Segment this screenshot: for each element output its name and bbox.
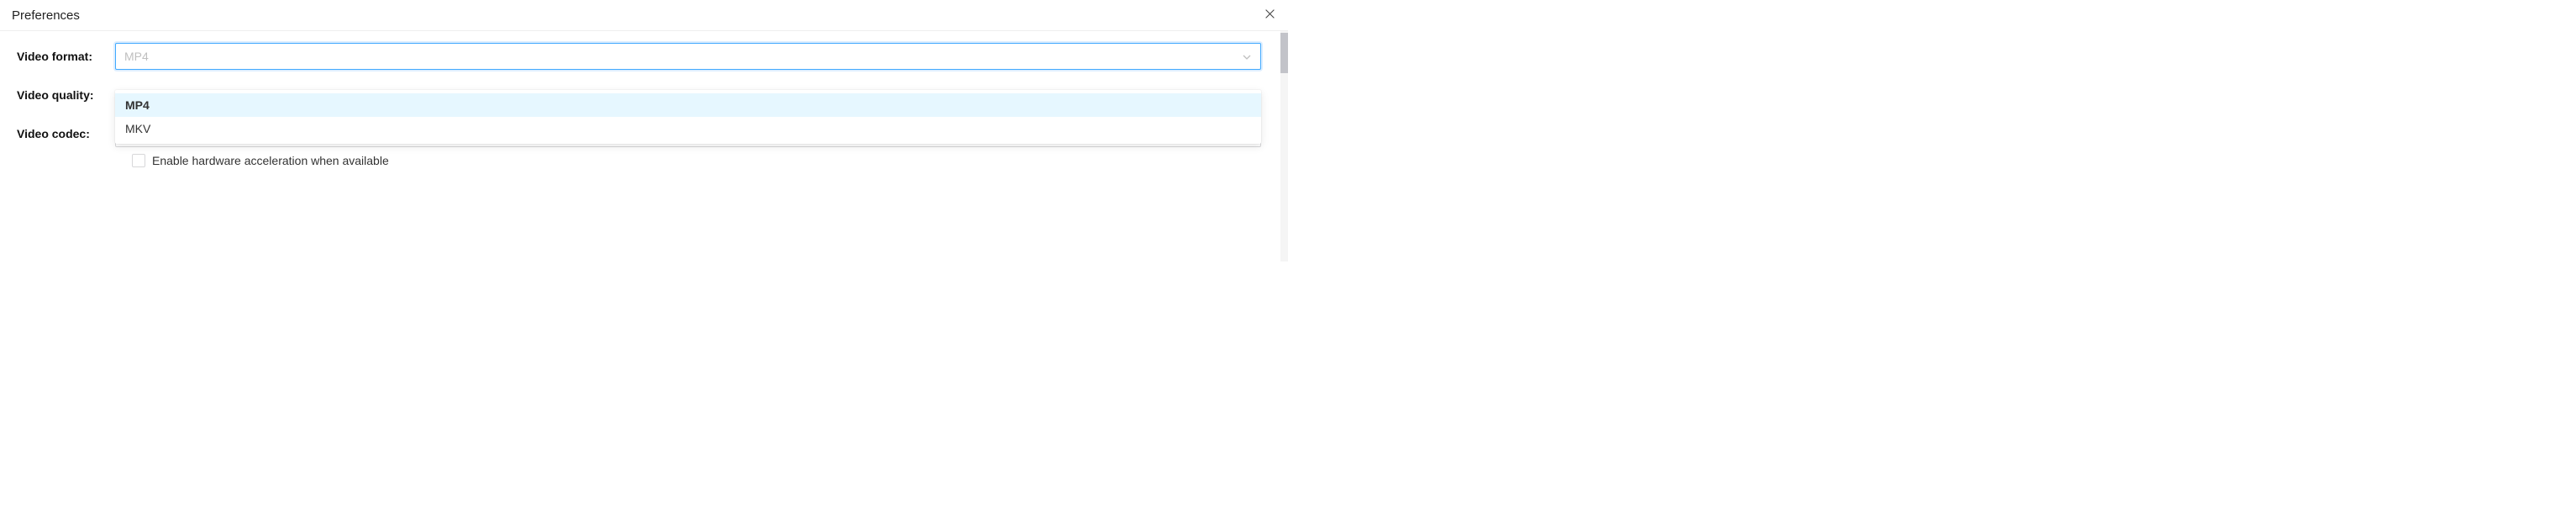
dropdown-video-format: MP4 MKV xyxy=(115,90,1261,144)
row-hw-accel: Enable hardware acceleration when availa… xyxy=(132,154,1271,167)
scrollbar-thumb[interactable] xyxy=(1280,33,1288,73)
content-area: Video format: MP4 Video quality: Video c… xyxy=(0,31,1288,262)
row-video-format: Video format: MP4 xyxy=(17,43,1271,70)
dropdown-option-mkv[interactable]: MKV xyxy=(115,117,1261,140)
dropdown-option-mp4[interactable]: MP4 xyxy=(115,93,1261,117)
label-video-format: Video format: xyxy=(17,50,115,63)
scrollbar-track[interactable] xyxy=(1280,31,1288,262)
label-video-codec: Video codec: xyxy=(17,127,115,140)
select-video-format-value: MP4 xyxy=(124,50,149,63)
chevron-down-icon xyxy=(1242,51,1252,61)
close-button[interactable] xyxy=(1263,8,1276,22)
titlebar: Preferences xyxy=(0,0,1288,31)
label-video-quality: Video quality: xyxy=(17,88,115,102)
checkbox-hw-accel[interactable] xyxy=(132,154,145,167)
label-hw-accel: Enable hardware acceleration when availa… xyxy=(152,154,389,167)
close-icon xyxy=(1264,8,1275,22)
page-title: Preferences xyxy=(12,8,80,23)
select-video-format[interactable]: MP4 xyxy=(115,43,1261,70)
